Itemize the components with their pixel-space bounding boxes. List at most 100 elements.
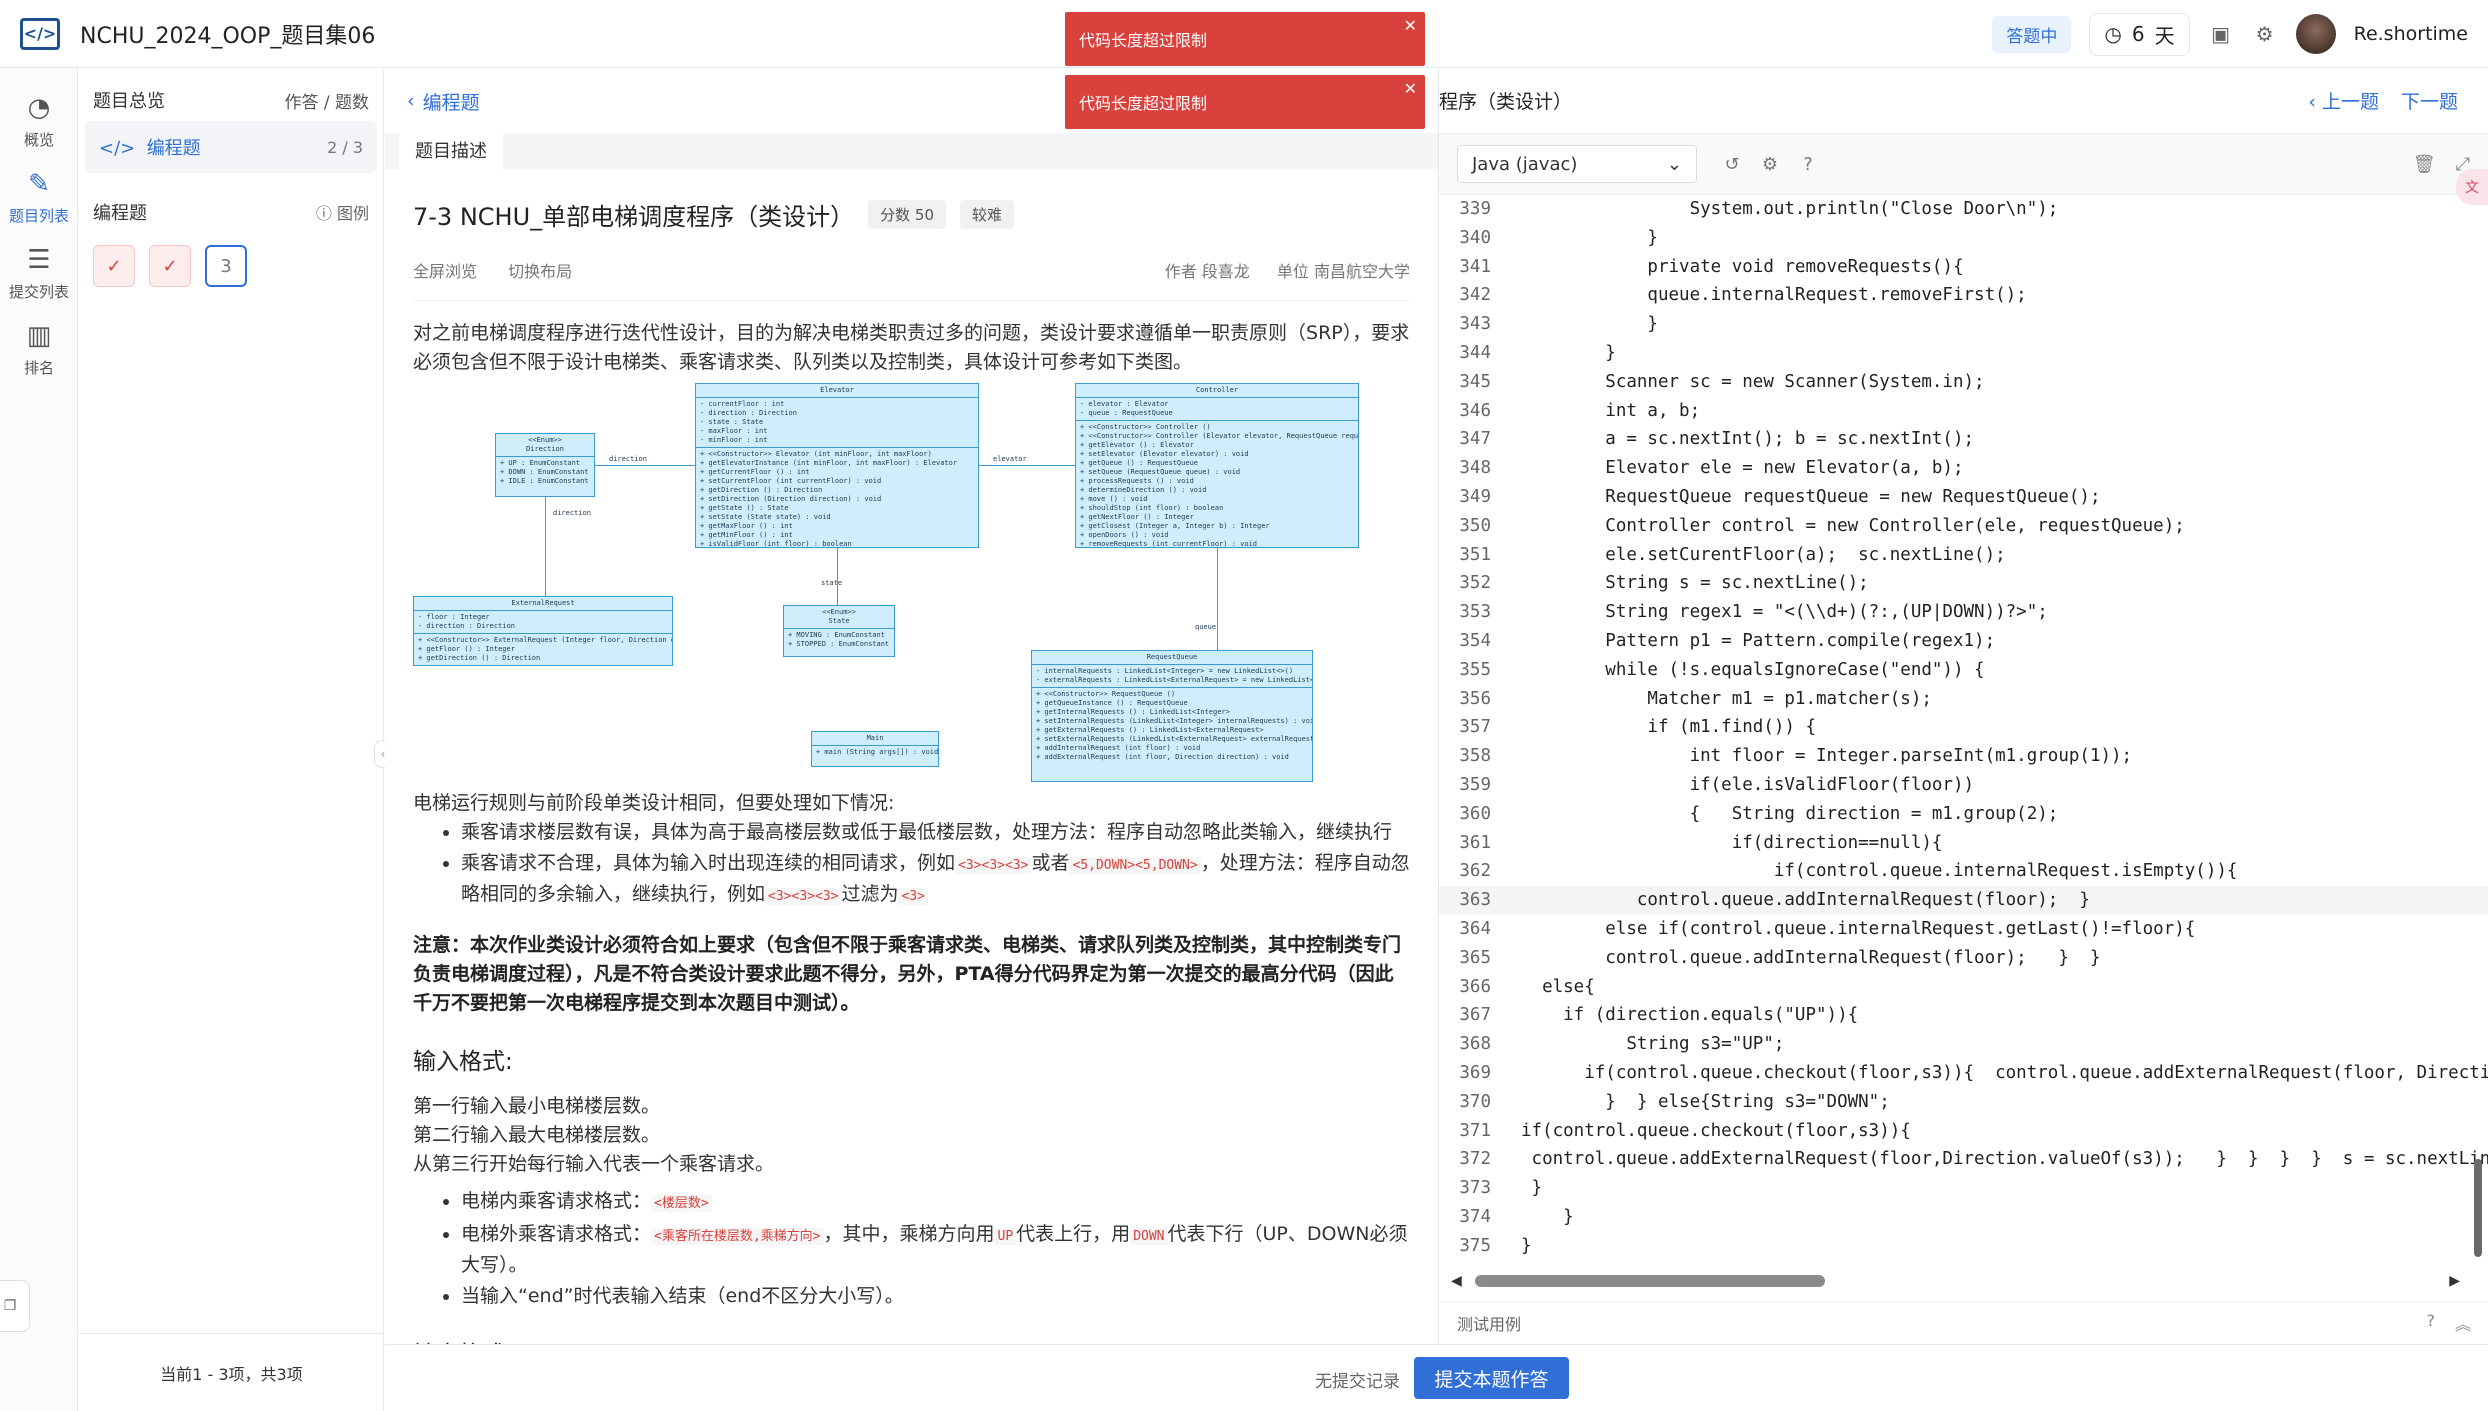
- code-area[interactable]: 339 System.out.println("Close Door\n"); 3…: [1439, 195, 2488, 1270]
- legend-button[interactable]: ⓘ 图例: [316, 200, 369, 224]
- uml-external-request-class: ExternalRequest - floor : Integer - dire…: [413, 596, 673, 666]
- username[interactable]: Re.shortime: [2354, 23, 2468, 45]
- problem-panel: ‹ 编程题 题目描述 7-3 NCHU_单部电梯调度程序（类设计） 分数 50 …: [385, 69, 1438, 1344]
- trash-icon[interactable]: 🗑: [2413, 154, 2436, 175]
- line-number: 373: [1459, 1178, 1491, 1199]
- code-line[interactable]: 353 String regex1 = "<(\\d+)(?:,(UP|DOWN…: [1439, 598, 2488, 627]
- rail-item-problem-list[interactable]: ✎ 题目列表: [0, 159, 78, 235]
- briefcase-icon[interactable]: ▣: [2208, 21, 2234, 47]
- code-line[interactable]: 347 a = sc.nextInt(); b = sc.nextInt();: [1439, 425, 2488, 454]
- prev-problem-link[interactable]: ‹ 上一题: [2308, 87, 2379, 114]
- line-number: 363: [1459, 890, 1491, 911]
- problem-box-3[interactable]: 3: [205, 245, 247, 287]
- code-line[interactable]: 356 Matcher m1 = p1.matcher(s);: [1439, 685, 2488, 714]
- code-line[interactable]: 341 private void removeRequests(){: [1439, 253, 2488, 282]
- code-line[interactable]: 360 { String direction = m1.group(2);: [1439, 800, 2488, 829]
- unit: 单位 南昌航空大学: [1276, 262, 1410, 281]
- problem-box-1[interactable]: ✓: [93, 245, 135, 287]
- scroll-right-icon[interactable]: ▶: [2449, 1273, 2460, 1289]
- code-line[interactable]: 345 Scanner sc = new Scanner(System.in);: [1439, 368, 2488, 397]
- code-line[interactable]: 365 control.queue.addInternalRequest(flo…: [1439, 944, 2488, 973]
- line-number: 339: [1459, 199, 1491, 219]
- code-line[interactable]: 361 if(direction==null){: [1439, 829, 2488, 858]
- rail-item-overview[interactable]: ◔ 概览: [0, 83, 78, 159]
- close-icon[interactable]: ✕: [1404, 16, 1417, 35]
- next-problem-link[interactable]: 下一题: [2401, 87, 2458, 114]
- code-line[interactable]: 363 control.queue.addInternalRequest(flo…: [1439, 886, 2488, 915]
- code-editor-panel: 程序（类设计） ‹ 上一题 下一题 文 Java (javac) ⌄ ↺ ⚙ ?…: [1438, 69, 2488, 1344]
- code-line[interactable]: 367 if (direction.equals("UP")){: [1439, 1001, 2488, 1030]
- code-line[interactable]: 339 System.out.println("Close Door\n");: [1439, 195, 2488, 224]
- code-line[interactable]: 371 if(control.queue.checkout(floor,s3)){: [1439, 1117, 2488, 1146]
- vertical-scrollbar[interactable]: [2474, 1159, 2482, 1257]
- code-line[interactable]: 359 if(ele.isValidFloor(floor)): [1439, 771, 2488, 800]
- problem-box-2[interactable]: ✓: [149, 245, 191, 287]
- history-icon[interactable]: ↺: [1717, 154, 1747, 175]
- switch-layout-link[interactable]: 切换布局: [508, 262, 572, 281]
- code-line[interactable]: 355 while (!s.equalsIgnoreCase("end")) {: [1439, 656, 2488, 685]
- code-line[interactable]: 373 }: [1439, 1174, 2488, 1203]
- code-line[interactable]: 342 queue.internalRequest.removeFirst();: [1439, 281, 2488, 310]
- settings-icon[interactable]: ⚙: [1755, 154, 1785, 175]
- pagination-info: 当前1 - 3项，共3项: [79, 1333, 384, 1411]
- code-line[interactable]: 375}: [1439, 1232, 2488, 1261]
- avatar[interactable]: [2295, 14, 2336, 54]
- feedback-icon[interactable]: ❐: [0, 1280, 30, 1332]
- uml-request-queue-class: RequestQueue - internalRequests : Linked…: [1031, 650, 1313, 782]
- rail-item-submissions[interactable]: ☰ 提交列表: [0, 235, 78, 311]
- code-line[interactable]: 368 String s3="UP";: [1439, 1030, 2488, 1059]
- gear-icon[interactable]: ⚙: [2252, 21, 2278, 47]
- line-number: 340: [1459, 227, 1491, 248]
- code-line[interactable]: 374 }: [1439, 1203, 2488, 1232]
- expand-up-icon[interactable]: ︽: [2455, 1311, 2471, 1335]
- code-line[interactable]: 346 int a, b;: [1439, 397, 2488, 426]
- line-text: int a, b;: [1521, 400, 1701, 421]
- error-toast: 代码长度超过限制 ✕: [1065, 75, 1425, 129]
- code-line[interactable]: 354 Pattern p1 = Pattern.compile(regex1)…: [1439, 627, 2488, 656]
- rail-item-ranking[interactable]: ▥ 排名: [0, 311, 78, 387]
- code-line[interactable]: 372 control.queue.addExternalRequest(flo…: [1439, 1145, 2488, 1174]
- rules-intro: 电梯运行规则与前阶段单类设计相同，但要处理如下情况:: [413, 792, 895, 814]
- line-number: 374: [1459, 1206, 1491, 1227]
- help-icon[interactable]: ?: [1793, 154, 1823, 175]
- ranking-icon: ▥: [26, 320, 52, 351]
- uml-elevator-class: Elevator - currentFloor : int - directio…: [695, 383, 979, 548]
- line-number: 360: [1459, 803, 1491, 824]
- line-text: String regex1 = "<(\\d+)(?:,(UP|DOWN))?>…: [1521, 602, 2048, 623]
- code-line[interactable]: 351 ele.setCurentFloor(a); sc.nextLine()…: [1439, 541, 2488, 570]
- fullscreen-link[interactable]: 全屏浏览: [413, 262, 477, 281]
- code-line[interactable]: 344 }: [1439, 339, 2488, 368]
- app-logo-icon[interactable]: </>: [20, 17, 60, 50]
- help-icon[interactable]: ?: [2426, 1311, 2435, 1335]
- language-select[interactable]: Java (javac) ⌄: [1457, 145, 1697, 183]
- code-line[interactable]: 364 else if(control.queue.internalReques…: [1439, 915, 2488, 944]
- close-icon[interactable]: ✕: [1404, 79, 1417, 98]
- code-line[interactable]: 362 if(control.queue.internalRequest.isE…: [1439, 857, 2488, 886]
- problem-content[interactable]: 7-3 NCHU_单部电梯调度程序（类设计） 分数 50 较难 全屏浏览 切换布…: [385, 169, 1438, 1344]
- no-submission-text[interactable]: 无提交记录: [1315, 1367, 1400, 1392]
- test-case-bar[interactable]: 测试用例 ? ︽: [1439, 1301, 2488, 1344]
- code-line[interactable]: 350 Controller control = new Controller(…: [1439, 512, 2488, 541]
- horizontal-scrollbar[interactable]: [1475, 1275, 1825, 1287]
- line-text: Elevator ele = new Elevator(a, b);: [1521, 458, 1964, 479]
- code-line[interactable]: 348 Elevator ele = new Elevator(a, b);: [1439, 454, 2488, 483]
- code-line[interactable]: 352 String s = sc.nextLine();: [1439, 569, 2488, 598]
- code-line[interactable]: 366 else{: [1439, 973, 2488, 1002]
- days-value: 6: [2131, 22, 2145, 46]
- uml-connector: [837, 548, 838, 605]
- tab-description[interactable]: 题目描述: [399, 131, 503, 169]
- nav-section-count: 2 / 3: [327, 137, 363, 157]
- code-line[interactable]: 358 int floor = Integer.parseInt(m1.grou…: [1439, 742, 2488, 771]
- code-line[interactable]: 343 }: [1439, 310, 2488, 339]
- code-line[interactable]: 340 }: [1439, 224, 2488, 253]
- scroll-left-icon[interactable]: ◀: [1451, 1273, 1462, 1289]
- code-line[interactable]: 349 RequestQueue requestQueue = new Requ…: [1439, 483, 2488, 512]
- submit-button[interactable]: 提交本题作答: [1414, 1357, 1569, 1399]
- rule-text: ，其中，乘梯方向用: [823, 1223, 995, 1245]
- uml-label: elevator: [993, 455, 1027, 463]
- code-line[interactable]: 357 if (m1.find()) {: [1439, 713, 2488, 742]
- code-line[interactable]: 370 } } else{String s3="DOWN";: [1439, 1088, 2488, 1117]
- nav-section-programming[interactable]: </> 编程题 2 / 3: [85, 121, 377, 173]
- line-number: 357: [1459, 717, 1491, 738]
- code-line[interactable]: 369 if(control.queue.checkout(floor,s3))…: [1439, 1059, 2488, 1088]
